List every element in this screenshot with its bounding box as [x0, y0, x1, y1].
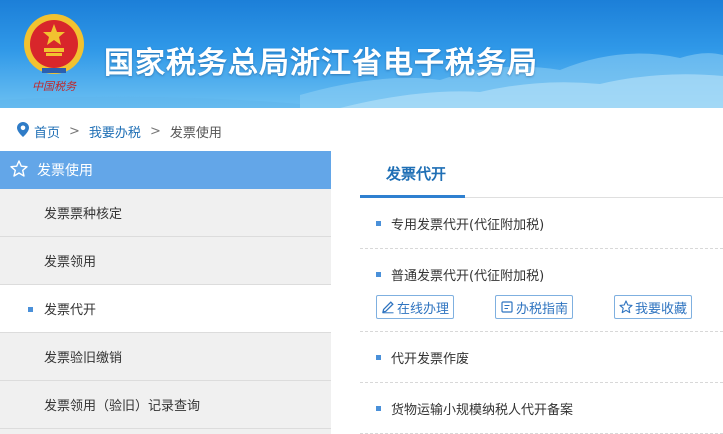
- sidebar-item-label: 发票代开: [44, 303, 97, 318]
- service-link[interactable]: 专用发票代开(代征附加税): [391, 214, 544, 233]
- sidebar-item-label: 发票领用: [44, 255, 97, 270]
- tab-invoice-issuing[interactable]: 发票代开: [386, 163, 446, 184]
- sidebar-item-invoice-collection[interactable]: 发票领用: [0, 237, 331, 285]
- sidebar-item-label: 发票票种核定: [44, 207, 123, 222]
- bullet: [376, 272, 381, 277]
- sidebar-item-collection-record-query[interactable]: 发票领用（验旧）记录查询: [0, 381, 331, 429]
- sidebar-item-invoice-issuing[interactable]: 发票代开: [0, 285, 331, 333]
- main-content: 发票代开 专用发票代开(代征附加税) 普通发票代开(代征附加税) 在线办理 办税…: [360, 151, 723, 434]
- active-bullet: [28, 307, 33, 312]
- service-item-expanded: 普通发票代开(代征附加税) 在线办理 办税指南 我要收藏: [360, 249, 723, 332]
- favorite-label: 我要收藏: [635, 301, 688, 317]
- svg-text:中国税务: 中国税务: [32, 80, 77, 93]
- service-link[interactable]: 代开发票作废: [391, 348, 469, 367]
- service-actions: 在线办理 办税指南 我要收藏: [376, 295, 693, 319]
- service-link[interactable]: 货物运输小规模纳税人代开备案: [391, 399, 573, 418]
- bullet: [376, 406, 381, 411]
- pencil-icon: [381, 300, 395, 314]
- sidebar-item-label: 发票领用（验旧）记录查询: [44, 399, 201, 414]
- service-item: 专用发票代开(代征附加税): [360, 198, 723, 249]
- breadcrumb: 首页 > 我要办税 > 发票使用: [0, 116, 723, 146]
- tax-guide-button[interactable]: 办税指南: [495, 295, 574, 319]
- star-outline-icon: [619, 300, 633, 314]
- header-banner: 中国税务 国家税务总局浙江省电子税务局: [0, 0, 723, 108]
- favorite-button[interactable]: 我要收藏: [614, 295, 693, 319]
- location-pin-icon: [17, 121, 29, 141]
- service-item: 货物运输小规模纳税人代开备案: [360, 383, 723, 434]
- star-icon: [10, 159, 28, 181]
- breadcrumb-separator: >: [149, 123, 161, 139]
- service-link[interactable]: 普通发票代开(代征附加税): [391, 265, 544, 284]
- emblem-logo: 中国税务: [24, 14, 84, 93]
- online-handle-button[interactable]: 在线办理: [376, 295, 455, 319]
- breadcrumb-current: 发票使用: [169, 125, 222, 141]
- sidebar-item-invoice-verification[interactable]: 发票验旧缴销: [0, 333, 331, 381]
- bullet: [376, 221, 381, 226]
- breadcrumb-tax-link[interactable]: 我要办税: [89, 122, 141, 141]
- sidebar-header[interactable]: 发票使用: [0, 151, 331, 189]
- site-title: 国家税务总局浙江省电子税务局: [104, 46, 538, 81]
- tax-guide-label: 办税指南: [516, 301, 569, 317]
- sidebar-header-label: 发票使用: [37, 163, 93, 179]
- sidebar-item-label: 发票验旧缴销: [44, 351, 123, 366]
- breadcrumb-separator: >: [69, 123, 80, 139]
- tab-bar: 发票代开: [360, 151, 723, 198]
- bullet: [376, 355, 381, 360]
- breadcrumb-home-link[interactable]: 首页: [34, 122, 60, 141]
- online-handle-label: 在线办理: [397, 301, 450, 317]
- sidebar: 发票使用 发票票种核定 发票领用 发票代开 发票验旧缴销 发票领用（验旧）记录查…: [0, 151, 331, 434]
- guide-icon: [500, 300, 514, 314]
- service-item: 代开发票作废: [360, 332, 723, 383]
- sidebar-item-invoice-type-approval[interactable]: 发票票种核定: [0, 189, 331, 237]
